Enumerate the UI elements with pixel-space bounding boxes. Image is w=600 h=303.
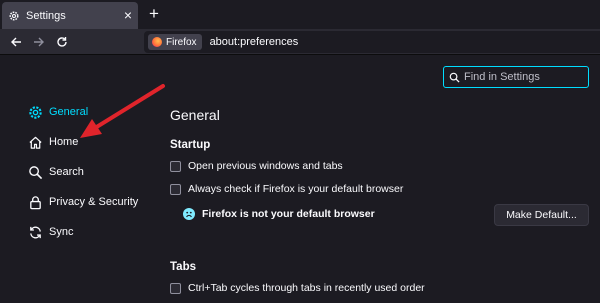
make-default-button[interactable]: Make Default... <box>494 204 589 226</box>
search-icon <box>449 72 460 83</box>
sidebar-item-label: Search <box>49 166 84 178</box>
search-icon <box>27 164 43 180</box>
sidebar-item-home[interactable]: Home <box>27 134 78 150</box>
checkbox[interactable] <box>170 282 181 294</box>
url-bar[interactable]: Firefox about:preferences <box>144 31 600 53</box>
firefox-logo-icon <box>152 37 162 47</box>
identity-label: Firefox <box>166 36 197 48</box>
ctrl-tab-checkbox[interactable]: Ctrl+Tab cycles through tabs in recently… <box>170 282 425 294</box>
navigation-toolbar: Firefox about:preferences <box>0 29 600 55</box>
settings-page: Find in Settings General Home Search Pri… <box>0 56 600 303</box>
close-icon[interactable]: × <box>124 8 132 22</box>
identity-box[interactable]: Firefox <box>148 34 202 50</box>
sidebar-item-label: Home <box>49 136 79 148</box>
checkbox-label: Open previous windows and tabs <box>188 160 343 172</box>
search-input[interactable]: Find in Settings <box>443 66 589 88</box>
url-text: about:preferences <box>209 36 299 48</box>
checkbox[interactable] <box>170 160 181 172</box>
search-placeholder: Find in Settings <box>464 71 540 83</box>
default-browser-status: Firefox is not your default browser <box>183 208 375 220</box>
sidebar-item-privacy-security[interactable]: Privacy & Security <box>27 194 138 210</box>
page-title: General <box>170 107 220 123</box>
sidebar-item-label: Sync <box>49 226 74 238</box>
sidebar-item-label: Privacy & Security <box>49 196 139 208</box>
home-icon <box>27 134 43 150</box>
sidebar-item-sync[interactable]: Sync <box>27 224 73 240</box>
check-default-checkbox[interactable]: Always check if Firefox is your default … <box>170 183 403 195</box>
sync-icon <box>27 224 43 240</box>
sidebar-item-label: General <box>49 106 89 118</box>
back-arrow-icon[interactable] <box>8 34 24 50</box>
lock-icon <box>27 194 43 210</box>
checkbox[interactable] <box>170 183 181 195</box>
gear-icon <box>27 104 43 120</box>
status-text: Firefox is not your default browser <box>202 208 375 220</box>
checkbox-label: Ctrl+Tab cycles through tabs in recently… <box>188 282 425 294</box>
forward-arrow-icon[interactable] <box>31 34 47 50</box>
sidebar-item-search[interactable]: Search <box>27 164 84 180</box>
sad-face-icon <box>183 208 195 220</box>
new-tab-button[interactable]: + <box>149 4 159 24</box>
reload-icon[interactable] <box>54 34 70 50</box>
gear-icon <box>8 10 20 22</box>
tabs-heading: Tabs <box>170 261 196 273</box>
tab-strip: Settings × + <box>0 0 600 29</box>
checkbox-label: Always check if Firefox is your default … <box>188 183 404 195</box>
sidebar-item-general[interactable]: General <box>27 104 88 120</box>
open-previous-checkbox[interactable]: Open previous windows and tabs <box>170 160 343 172</box>
tab-settings[interactable]: Settings × <box>2 2 138 29</box>
startup-heading: Startup <box>170 139 211 151</box>
tab-title: Settings <box>26 9 66 22</box>
